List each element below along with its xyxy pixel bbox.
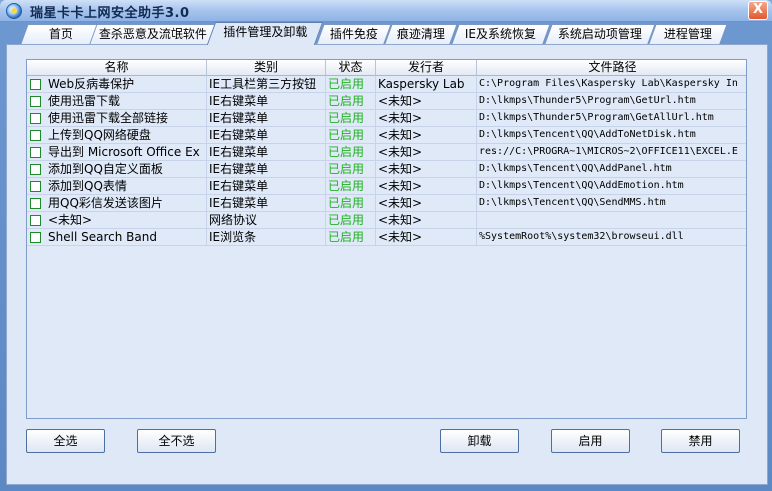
table-row[interactable]: Web反病毒保护 IE工具栏第三方按钮 已启用 Kaspersky Lab C:\Pro… — [27, 76, 746, 93]
cell-path — [477, 212, 746, 229]
disable-button[interactable]: 禁用 — [661, 429, 740, 453]
window-title: 瑞星卡卡上网安全助手3.0 — [30, 6, 190, 21]
uninstall-button[interactable]: 卸载 — [440, 429, 519, 453]
table-row[interactable]: 添加到QQ表情 IE右键菜单 已启用 <未知> D:\lkmps\Tencent\QQ\… — [27, 178, 746, 195]
cell-status: 已启用 — [326, 110, 376, 127]
cell-publisher: <未知> — [376, 127, 477, 144]
cell-publisher: <未知> — [376, 212, 477, 229]
cell-publisher: <未知> — [376, 161, 477, 178]
cell-name: 导出到 Microsoft Office Ex — [27, 144, 207, 161]
cell-category: IE右键菜单 — [207, 161, 326, 178]
tab-plugin-immunity[interactable]: 插件免疫 — [316, 24, 392, 44]
cell-name: 上传到QQ网络硬盘 — [27, 127, 207, 144]
cell-publisher: <未知> — [376, 178, 477, 195]
column-header-publisher[interactable]: 发行者 — [376, 60, 477, 76]
cell-path: D:\lkmps\Thunder5\Program\GetUrl.htm — [477, 93, 746, 110]
tab-trace-cleanup[interactable]: 痕迹清理 — [384, 24, 458, 44]
table-row[interactable]: 上传到QQ网络硬盘 IE右键菜单 已启用 <未知> D:\lkmps\Tencent\Q… — [27, 127, 746, 144]
cell-publisher: <未知> — [376, 93, 477, 110]
cell-category: IE右键菜单 — [207, 144, 326, 161]
cell-path: D:\lkmps\Tencent\QQ\AddEmotion.htm — [477, 178, 746, 195]
cell-status: 已启用 — [326, 195, 376, 212]
cell-category: 网络协议 — [207, 212, 326, 229]
app-window: 瑞星卡卡上网安全助手3.0 X 首页 查杀恶意及流氓软件 插件管理及卸载 插件免… — [0, 0, 772, 491]
cell-status: 已启用 — [326, 212, 376, 229]
tab-plugin-management[interactable]: 插件管理及卸载 — [206, 22, 324, 45]
cell-category: IE右键菜单 — [207, 178, 326, 195]
cell-publisher: <未知> — [376, 110, 477, 127]
cell-path: D:\lkmps\Tencent\QQ\SendMMS.htm — [477, 195, 746, 212]
cell-category: IE右键菜单 — [207, 93, 326, 110]
cell-path: %SystemRoot%\system32\browseui.dll — [477, 229, 746, 246]
tab-malware-scan[interactable]: 查杀恶意及流氓软件 — [89, 24, 217, 44]
cell-category: IE右键菜单 — [207, 195, 326, 212]
table-row[interactable]: 使用迅雷下载全部链接 IE右键菜单 已启用 <未知> D:\lkmps\Thunder5… — [27, 110, 746, 127]
cell-name: 使用迅雷下载全部链接 — [27, 110, 207, 127]
cell-path: D:\lkmps\Thunder5\Program\GetAllUrl.htm — [477, 110, 746, 127]
cell-status: 已启用 — [326, 178, 376, 195]
cell-name: <未知> — [27, 212, 207, 229]
table-row[interactable]: <未知> 网络协议 已启用 <未知> — [27, 212, 746, 229]
plugin-list: 名称 类别 状态 发行者 文件路径 Web反病毒保护 IE工具栏第三方按钮 已启用 K… — [26, 59, 747, 419]
tab-startup-management[interactable]: 系统启动项管理 — [544, 24, 656, 44]
table-row[interactable]: 导出到 Microsoft Office Ex IE右键菜单 已启用 <未知> res:… — [27, 144, 746, 161]
table-row[interactable]: 使用迅雷下载 IE右键菜单 已启用 <未知> D:\lkmps\Thunder5\Pro… — [27, 93, 746, 110]
tab-ie-system-restore[interactable]: IE及系统恢复 — [451, 24, 551, 44]
cell-name: 添加到QQ表情 — [27, 178, 207, 195]
cell-category: IE右键菜单 — [207, 110, 326, 127]
cell-path: C:\Program Files\Kaspersky Lab\Kaspersky… — [477, 76, 746, 93]
list-header: 名称 类别 状态 发行者 文件路径 — [27, 60, 746, 76]
cell-path: res://C:\PROGRA~1\MICROS~2\OFFICE11\EXCE… — [477, 144, 746, 161]
deselect-all-button[interactable]: 全不选 — [137, 429, 216, 453]
cell-status: 已启用 — [326, 229, 376, 246]
column-header-name[interactable]: 名称 — [27, 60, 207, 76]
column-header-path[interactable]: 文件路径 — [477, 60, 746, 76]
title-bar: 瑞星卡卡上网安全助手3.0 X — [0, 0, 772, 22]
cell-category: IE右键菜单 — [207, 127, 326, 144]
cell-publisher: <未知> — [376, 195, 477, 212]
table-row[interactable]: 添加到QQ自定义面板 IE右键菜单 已启用 <未知> D:\lkmps\Tencent\… — [27, 161, 746, 178]
tab-bar: 首页 查杀恶意及流氓软件 插件管理及卸载 插件免疫 痕迹清理 IE及系统恢复 系… — [0, 22, 772, 45]
cell-name: 添加到QQ自定义面板 — [27, 161, 207, 178]
cell-category: IE工具栏第三方按钮 — [207, 76, 326, 93]
cell-status: 已启用 — [326, 93, 376, 110]
cell-publisher: Kaspersky Lab — [376, 76, 477, 93]
cell-status: 已启用 — [326, 127, 376, 144]
column-header-status[interactable]: 状态 — [326, 60, 376, 76]
cell-publisher: <未知> — [376, 144, 477, 161]
column-header-category[interactable]: 类别 — [207, 60, 326, 76]
cell-path: D:\lkmps\Tencent\QQ\AddPanel.htm — [477, 161, 746, 178]
cell-status: 已启用 — [326, 76, 376, 93]
cell-category: IE浏览条 — [207, 229, 326, 246]
cell-name: Shell Search Band — [27, 229, 207, 246]
cell-name: Web反病毒保护 — [27, 76, 207, 93]
app-logo-icon — [6, 3, 22, 19]
table-row[interactable]: Shell Search Band IE浏览条 已启用 <未知> %SystemRoot… — [27, 229, 746, 246]
table-row[interactable]: 用QQ彩信发送该图片 IE右键菜单 已启用 <未知> D:\lkmps\Tencent\… — [27, 195, 746, 212]
cell-name: 使用迅雷下载 — [27, 93, 207, 110]
cell-name: 用QQ彩信发送该图片 — [27, 195, 207, 212]
list-body: Web反病毒保护 IE工具栏第三方按钮 已启用 Kaspersky Lab C:\Pro… — [27, 76, 746, 246]
cell-status: 已启用 — [326, 161, 376, 178]
plugin-management-panel: 名称 类别 状态 发行者 文件路径 Web反病毒保护 IE工具栏第三方按钮 已启用 K… — [6, 44, 768, 485]
cell-status: 已启用 — [326, 144, 376, 161]
cell-publisher: <未知> — [376, 229, 477, 246]
enable-button[interactable]: 启用 — [551, 429, 630, 453]
cell-path: D:\lkmps\Tencent\QQ\AddToNetDisk.htm — [477, 127, 746, 144]
select-all-button[interactable]: 全选 — [26, 429, 105, 453]
tab-process-management[interactable]: 进程管理 — [648, 24, 728, 44]
close-button[interactable]: X — [748, 1, 768, 20]
